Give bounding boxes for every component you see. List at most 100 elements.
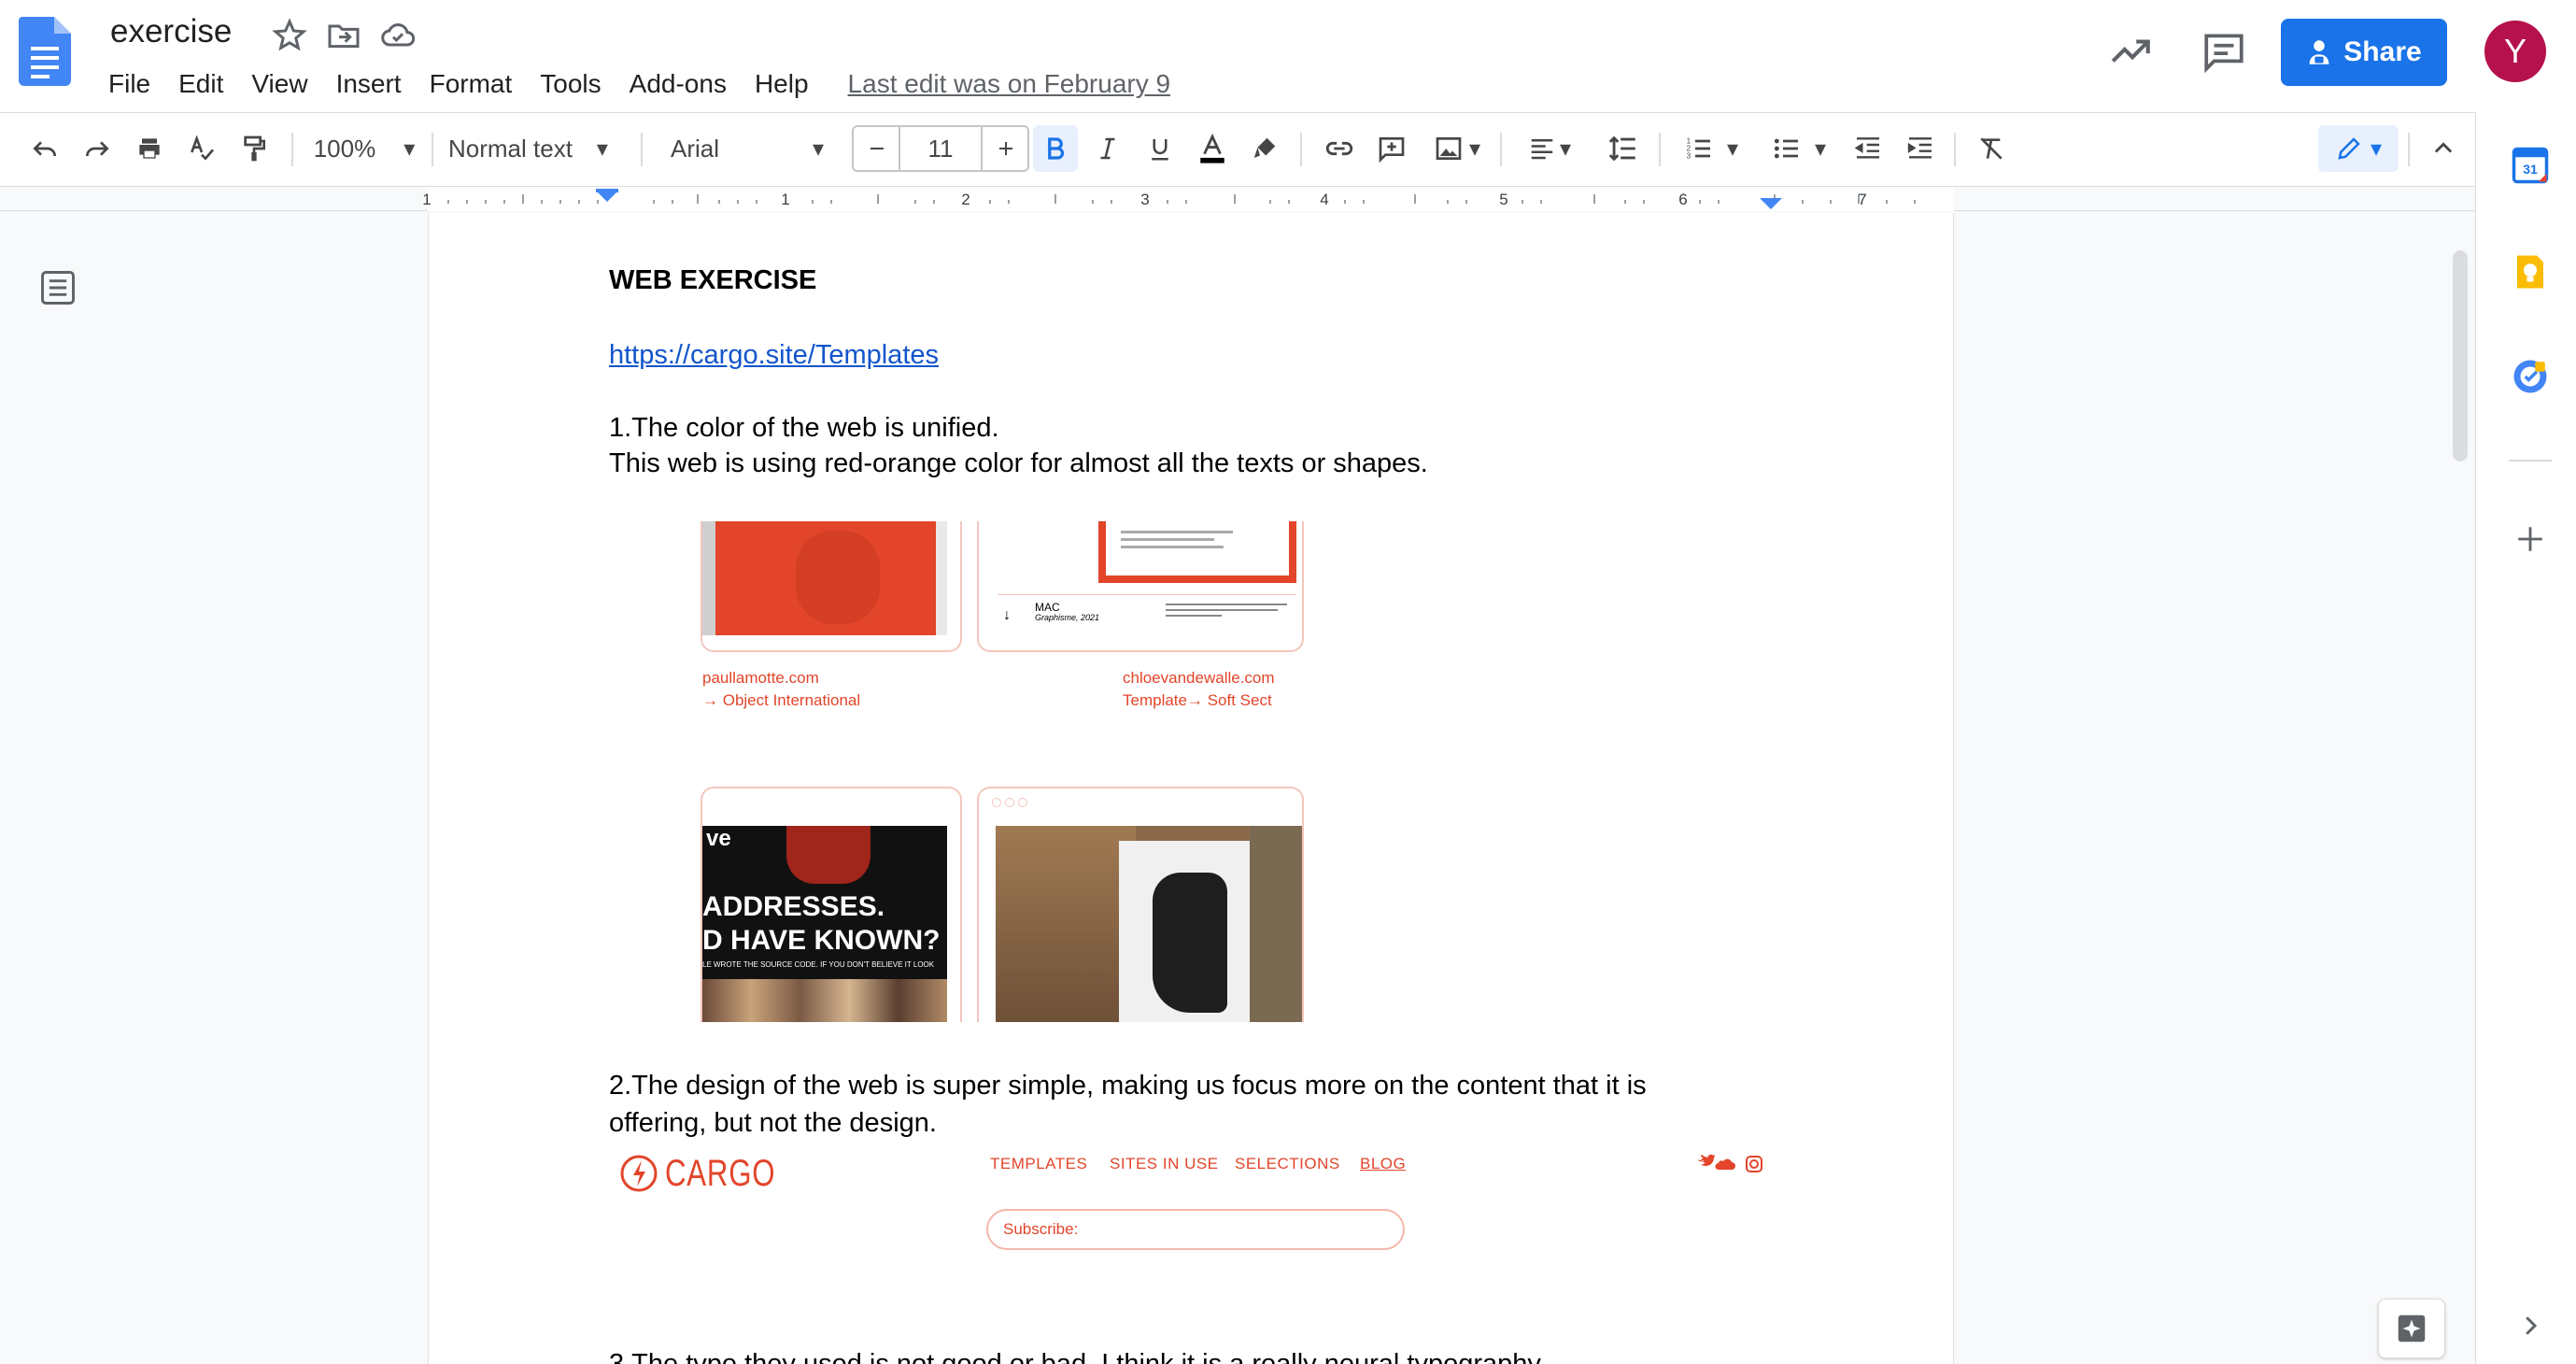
overlay-text-3: D HAVE KNOWN? — [702, 925, 941, 956]
activity-trend-icon[interactable] — [2107, 28, 2154, 75]
vertical-scrollbar[interactable] — [2453, 250, 2468, 462]
comments-icon[interactable] — [2201, 28, 2247, 75]
embedded-template-image[interactable] — [977, 787, 1304, 1022]
menu-format[interactable]: Format — [430, 69, 513, 99]
ruler-scale: 1 1 2 3 4 5 6 7 — [422, 187, 1954, 211]
nav-sites-in-use[interactable]: SITES IN USE — [1110, 1155, 1219, 1173]
share-person-icon — [2309, 40, 2329, 64]
social-icons[interactable] — [1694, 1153, 1769, 1175]
ruler-label-1: 1 — [781, 191, 789, 208]
embedded-template-image[interactable]: ve ADDRESSES. D HAVE KNOWN? LE WROTE THE… — [701, 787, 962, 1022]
increase-indent-icon[interactable] — [1898, 125, 1943, 172]
doc-paragraph-2-line-2[interactable]: offering, but not the design. — [609, 1104, 937, 1142]
link-icon[interactable] — [1317, 125, 1362, 172]
print-icon[interactable] — [127, 125, 172, 172]
font-select[interactable]: Arial ▾ — [658, 125, 844, 172]
undo-icon[interactable] — [22, 125, 67, 172]
subscribe-field[interactable]: Subscribe: — [986, 1209, 1405, 1250]
caption-chloevandewalle[interactable]: chloevandewalle.com — [1123, 667, 1275, 689]
doc-paragraph-1-line-1[interactable]: 1.The color of the web is unified. — [609, 409, 999, 447]
line-spacing-icon[interactable] — [1599, 125, 1648, 172]
ruler[interactable]: 1 1 2 3 4 5 6 7 — [0, 187, 2475, 211]
text-color-icon[interactable] — [1190, 125, 1235, 172]
menu-insert[interactable]: Insert — [336, 69, 402, 99]
cargo-logo[interactable]: CARGO — [616, 1145, 785, 1201]
edit-mode-icon[interactable]: ▾ — [2318, 125, 2399, 172]
underline-icon[interactable] — [1138, 125, 1182, 172]
tasks-icon[interactable] — [2511, 357, 2550, 396]
last-edit-link[interactable]: Last edit was on February 9 — [848, 69, 1171, 99]
side-divider — [2509, 460, 2552, 462]
document-title[interactable]: exercise — [110, 13, 232, 50]
ruler-label-6: 6 — [1678, 191, 1687, 208]
zoom-select[interactable]: 100% ▾ — [308, 125, 420, 172]
chevron-down-icon: ▾ — [403, 135, 416, 162]
caption-soft-sect[interactable]: Template→ Soft Sect — [1123, 689, 1272, 712]
soundcloud-icon — [1715, 1158, 1735, 1170]
font-value: Arial — [671, 134, 720, 163]
twitter-icon — [1697, 1154, 1716, 1166]
nav-templates[interactable]: TEMPLATES — [990, 1155, 1087, 1173]
doc-heading[interactable]: WEB EXERCISE — [609, 262, 816, 299]
embedded-template-image[interactable] — [701, 521, 962, 652]
menu-file[interactable]: File — [108, 69, 150, 99]
numbered-list-icon[interactable]: 1 2 3 ▾ — [1674, 125, 1748, 172]
menu-help[interactable]: Help — [755, 69, 809, 99]
bulleted-list-icon[interactable]: ▾ — [1762, 125, 1836, 172]
avatar[interactable]: Y — [2484, 21, 2546, 82]
menu-add-ons[interactable]: Add-ons — [630, 69, 727, 99]
share-button[interactable]: Share — [2281, 19, 2447, 86]
title-bar: exercise File Edit View Insert Format To… — [0, 0, 2576, 112]
doc-paragraph-1-line-2[interactable]: This web is using red-orange color for a… — [609, 445, 1428, 482]
subscribe-label: Subscribe: — [1003, 1220, 1079, 1238]
instagram-icon — [1746, 1156, 1762, 1172]
font-size-input[interactable]: 11 — [899, 125, 983, 172]
mac-label: MAC — [1035, 601, 1060, 614]
doc-paragraph-2-line-1[interactable]: 2.The design of the web is super simple,… — [609, 1067, 1647, 1104]
explore-icon — [2398, 1314, 2426, 1343]
menu-edit[interactable]: Edit — [178, 69, 223, 99]
cloud-saved-icon[interactable] — [379, 17, 417, 54]
ruler-label-4: 4 — [1320, 191, 1328, 208]
spellcheck-icon[interactable] — [179, 125, 224, 172]
add-icon[interactable] — [2514, 523, 2546, 555]
decrease-indent-icon[interactable] — [1846, 125, 1890, 172]
docs-logo-icon[interactable] — [19, 17, 71, 86]
calendar-icon[interactable]: 31 — [2511, 146, 2550, 185]
star-icon[interactable] — [271, 17, 308, 54]
align-icon[interactable]: ▾ — [1515, 125, 1584, 172]
move-folder-icon[interactable] — [325, 17, 362, 54]
zoom-value: 100% — [313, 134, 376, 163]
expand-panel-icon[interactable] — [2516, 1312, 2544, 1340]
outline-icon[interactable] — [37, 267, 78, 308]
caption-object-international[interactable]: → Object International — [702, 689, 860, 712]
overlay-text-2: ADDRESSES. — [702, 891, 885, 922]
paint-format-icon[interactable] — [232, 125, 276, 172]
style-select[interactable]: Normal text ▾ — [448, 125, 635, 172]
italic-icon[interactable] — [1085, 125, 1130, 172]
svg-text:31: 31 — [2523, 162, 2538, 177]
caption-paullamotte[interactable]: paullamotte.com — [702, 667, 819, 689]
menu-view[interactable]: View — [251, 69, 307, 99]
chevron-down-icon: ▾ — [596, 135, 608, 162]
highlight-icon[interactable] — [1242, 125, 1287, 172]
embedded-template-image[interactable]: ↓ MAC Graphisme, 2021 — [977, 521, 1304, 652]
add-comment-icon[interactable] — [1369, 125, 1414, 172]
decrease-font-size-button[interactable] — [856, 125, 899, 172]
overlay-text-1: ve — [706, 826, 731, 851]
clear-formatting-icon[interactable] — [1969, 125, 2014, 172]
insert-image-icon[interactable]: ▾ — [1422, 125, 1493, 172]
nav-blog[interactable]: BLOG — [1360, 1155, 1406, 1173]
explore-button[interactable] — [2378, 1299, 2445, 1358]
menu-tools[interactable]: Tools — [540, 69, 601, 99]
redo-icon[interactable] — [75, 125, 120, 172]
doc-link[interactable]: https://cargo.site/Templates — [609, 336, 939, 374]
collapse-icon[interactable] — [2421, 125, 2466, 172]
increase-font-size-button[interactable] — [984, 125, 1027, 172]
keep-icon[interactable] — [2511, 252, 2550, 291]
bold-icon[interactable] — [1033, 125, 1078, 172]
svg-text:3: 3 — [1687, 152, 1691, 161]
doc-paragraph-3-partial[interactable]: 3.The type they used is not good or bad.… — [609, 1345, 1547, 1364]
overlay-text-4: LE WROTE THE SOURCE CODE. IF YOU DON'T B… — [702, 960, 935, 969]
nav-selections[interactable]: SELECTIONS — [1235, 1155, 1340, 1173]
